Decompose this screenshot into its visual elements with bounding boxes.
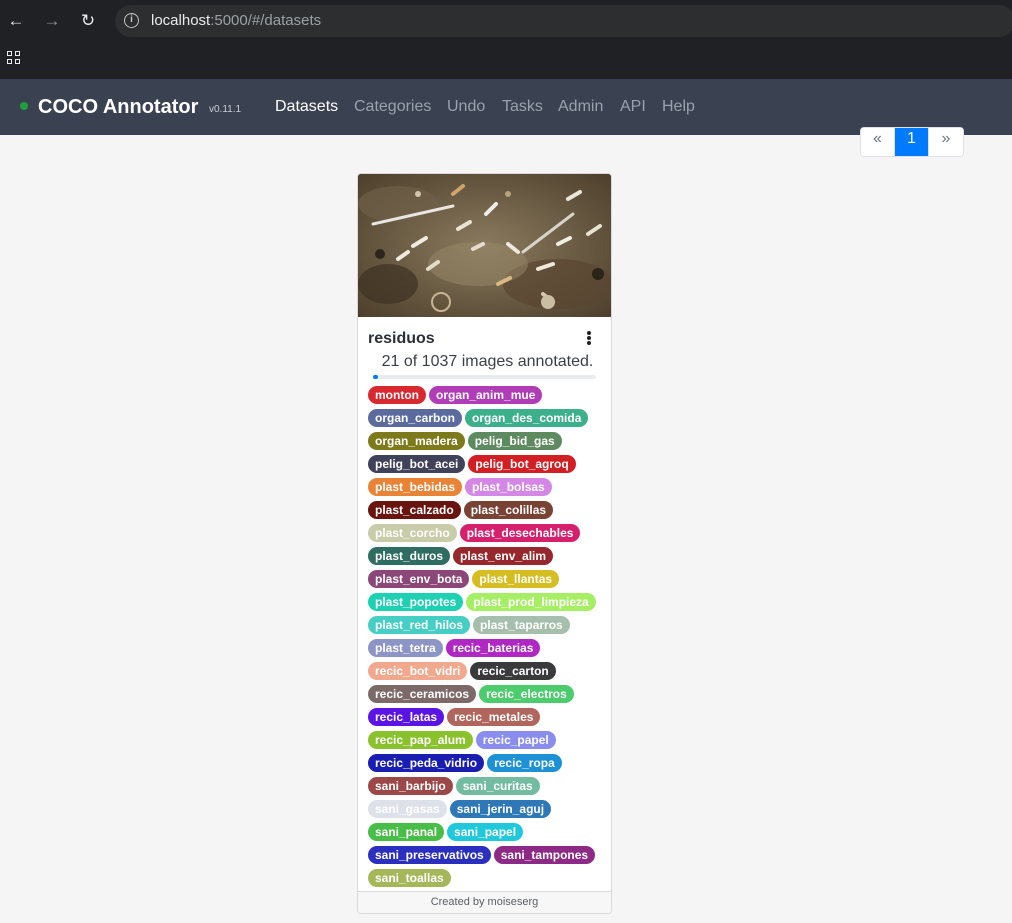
- category-tag: organ_carbon: [368, 409, 463, 427]
- forward-arrow-icon[interactable]: →: [42, 11, 62, 31]
- category-tag: sani_tampones: [493, 846, 596, 864]
- pagination-next[interactable]: »: [929, 128, 963, 156]
- connection-status-icon: [20, 102, 28, 110]
- category-tag: recic_ropa: [487, 754, 562, 772]
- category-tag: sani_preservativos: [368, 846, 491, 864]
- category-tag: recic_electros: [479, 685, 574, 703]
- bookmarks-bar: [0, 42, 1012, 79]
- category-tag: pelig_bid_gas: [467, 432, 562, 450]
- category-tag: plast_llantas: [472, 570, 560, 588]
- category-tag: recic_pap_alum: [368, 731, 473, 749]
- category-tag: plast_colillas: [463, 501, 554, 519]
- category-tag: sani_toallas: [368, 869, 451, 887]
- category-tag: plast_bolsas: [465, 478, 552, 496]
- dataset-thumbnail[interactable]: [358, 174, 611, 317]
- dataset-menu-icon[interactable]: [586, 331, 592, 345]
- annotated-status: 21 of 1037 images annotated.: [381, 353, 594, 370]
- category-tag: plast_tetra: [368, 639, 443, 657]
- dataset-name[interactable]: residuos: [368, 330, 435, 348]
- nav-undo[interactable]: Undo: [447, 98, 485, 116]
- pagination-current-page[interactable]: 1: [895, 128, 929, 156]
- nav-help[interactable]: Help: [662, 98, 695, 116]
- dataset-creator: Created by moiseserg: [358, 891, 611, 913]
- app-brand[interactable]: COCO Annotator: [38, 96, 198, 119]
- pagination-prev[interactable]: «: [861, 128, 895, 156]
- category-tag: organ_madera: [368, 432, 465, 450]
- browser-toolbar: ← → ↻ i localhost:5000/#/datasets: [0, 0, 1012, 42]
- category-tag: plast_corcho: [368, 524, 457, 542]
- reload-icon[interactable]: ↻: [78, 11, 98, 31]
- site-info-icon[interactable]: i: [124, 13, 139, 28]
- category-tag: sani_papel: [447, 823, 524, 841]
- category-tag: plast_env_alim: [453, 547, 554, 565]
- category-tag: recic_bot_vidri: [368, 662, 468, 680]
- category-tag: sani_curitas: [455, 777, 540, 795]
- app-version: v0.11.1: [209, 104, 242, 115]
- category-tag: sani_panal: [368, 823, 445, 841]
- category-tag: plast_taparros: [473, 616, 570, 634]
- category-tag: sani_barbijo: [368, 777, 453, 795]
- nav-admin[interactable]: Admin: [558, 98, 603, 116]
- category-tag: recic_papel: [475, 731, 556, 749]
- category-tag: pelig_bot_acei: [368, 455, 466, 473]
- category-tag: recic_ceramicos: [368, 685, 477, 703]
- back-arrow-icon[interactable]: ←: [6, 11, 26, 31]
- category-tag: recic_latas: [368, 708, 445, 726]
- nav-api[interactable]: API: [620, 98, 646, 116]
- nav-categories[interactable]: Categories: [354, 98, 431, 116]
- category-tag: organ_anim_mue: [429, 386, 543, 404]
- url-text[interactable]: localhost:5000/#/datasets: [151, 12, 321, 29]
- url-path: :5000/#/datasets: [210, 12, 322, 29]
- category-tag: pelig_bot_agroq: [468, 455, 576, 473]
- category-tag: recic_baterias: [445, 639, 541, 657]
- pagination: « 1 »: [860, 127, 964, 157]
- address-bar[interactable]: i localhost:5000/#/datasets: [115, 5, 1012, 37]
- annotation-progress-fill: [373, 375, 378, 379]
- category-tag: organ_des_comida: [465, 409, 589, 427]
- category-tag: plast_bebidas: [368, 478, 463, 496]
- category-tag: recic_carton: [470, 662, 556, 680]
- category-tags: monton organ_anim_mue organ_carbon organ_de…: [368, 386, 603, 887]
- category-tag: sani_jerin_aguj: [449, 800, 552, 818]
- category-tag: sani_gasas: [368, 800, 447, 818]
- category-tag: recic_peda_vidrio: [368, 754, 485, 772]
- app-navbar: COCO Annotator v0.11.1 Datasets Categori…: [0, 79, 1012, 135]
- category-tag: monton: [368, 386, 426, 404]
- category-tag: plast_desechables: [459, 524, 581, 542]
- category-tag: plast_red_hilos: [368, 616, 471, 634]
- category-tag: recic_metales: [447, 708, 541, 726]
- apps-grid-icon[interactable]: [7, 51, 21, 65]
- nav-datasets[interactable]: Datasets: [275, 98, 338, 116]
- category-tag: plast_env_bota: [368, 570, 470, 588]
- category-tag: plast_popotes: [368, 593, 464, 611]
- category-tag: plast_prod_limpieza: [466, 593, 596, 611]
- nav-tasks[interactable]: Tasks: [502, 98, 543, 116]
- dataset-card[interactable]: residuos 21 of 1037 images annotated. mo…: [357, 173, 612, 914]
- annotation-progress-bar: [373, 375, 596, 379]
- url-host: localhost: [151, 12, 211, 29]
- category-tag: plast_calzado: [368, 501, 461, 519]
- category-tag: plast_duros: [368, 547, 451, 565]
